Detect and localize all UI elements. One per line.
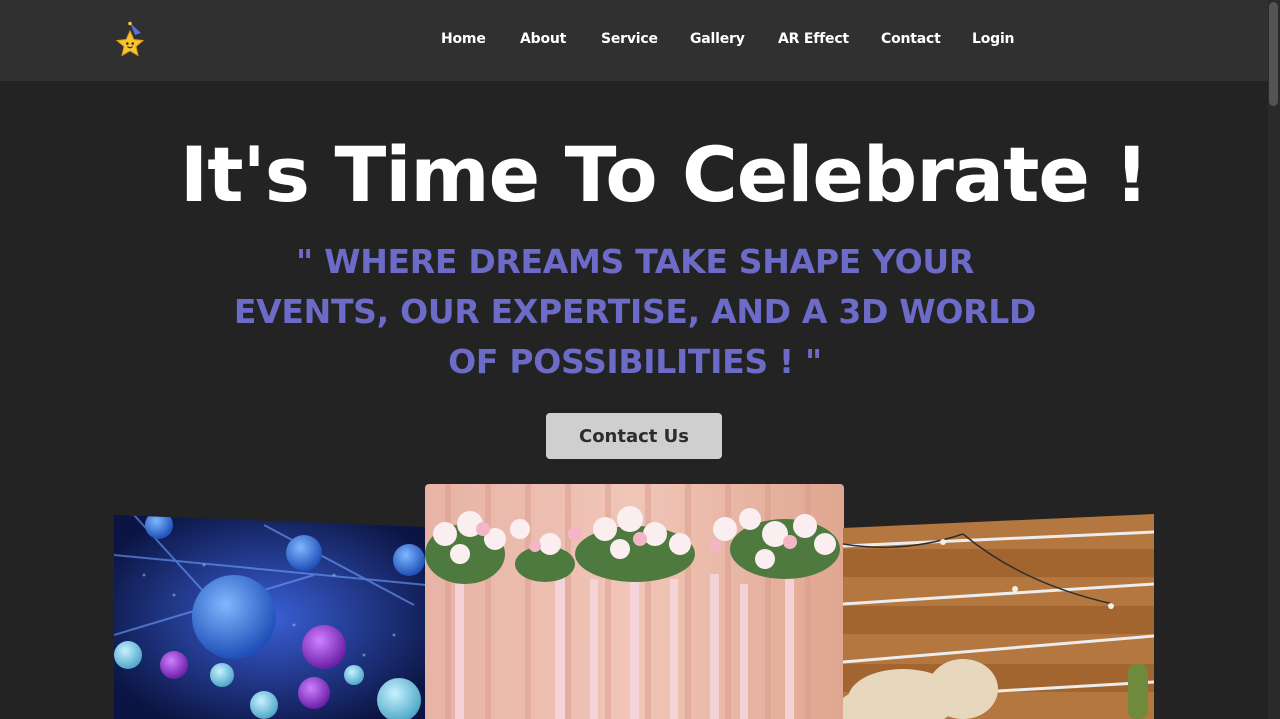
nav-service-link[interactable]: Service: [601, 31, 658, 47]
nav-login-link[interactable]: Login: [972, 31, 1015, 47]
hero-tagline: " WHERE DREAMS TAKE SHAPE YOUR EVENTS, O…: [233, 242, 1037, 381]
gallery-photo-floral[interactable]: [425, 484, 844, 719]
nav-about-link[interactable]: About: [520, 31, 566, 47]
nav-ar-effect-link[interactable]: AR Effect: [778, 31, 849, 47]
nav-gallery-link[interactable]: Gallery: [690, 31, 745, 47]
vertical-scrollbar[interactable]: [1268, 0, 1280, 719]
nav-home-link[interactable]: Home: [441, 31, 486, 47]
main-nav: Home About Service Gallery AR Effect Con…: [0, 0, 1268, 81]
gallery-photo-wood-wall[interactable]: [843, 514, 1154, 719]
nav-contact-link[interactable]: Contact: [881, 31, 941, 47]
scrollbar-thumb[interactable]: [1269, 2, 1278, 106]
contact-us-button[interactable]: Contact Us: [546, 413, 722, 459]
gallery-photo-lanterns[interactable]: [114, 515, 426, 719]
hero-title: It's Time To Celebrate !: [179, 130, 1149, 219]
navbar: Home About Service Gallery AR Effect Con…: [0, 0, 1268, 81]
